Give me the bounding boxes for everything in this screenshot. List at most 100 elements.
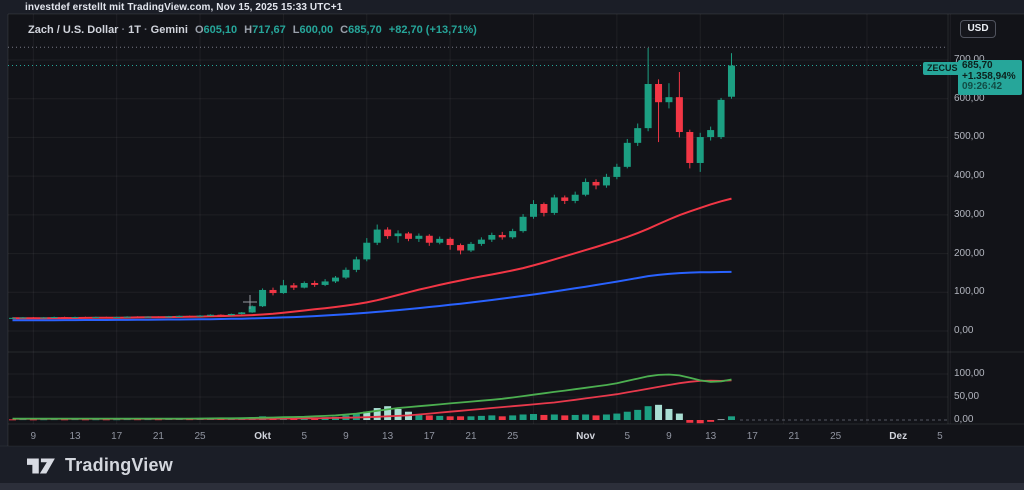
candle-body bbox=[405, 233, 412, 238]
volume-bar bbox=[540, 415, 547, 420]
chart-plot-area[interactable] bbox=[0, 0, 1024, 490]
low-value: 600,00 bbox=[300, 24, 334, 36]
candle-body bbox=[697, 137, 704, 163]
volume-bar bbox=[728, 416, 735, 420]
volume-bar bbox=[645, 406, 652, 420]
candle-body bbox=[30, 317, 37, 318]
time-axis-label: 5 bbox=[925, 431, 955, 442]
candle-body bbox=[530, 204, 537, 217]
volume-bar bbox=[572, 415, 579, 420]
volume-bar bbox=[551, 414, 558, 420]
candle-body bbox=[72, 317, 79, 318]
candle-body bbox=[165, 316, 172, 317]
time-axis-label: 17 bbox=[737, 431, 767, 442]
legend-separator: · bbox=[141, 24, 151, 36]
moving-average-slow-line bbox=[13, 272, 732, 320]
candle-body bbox=[374, 230, 381, 243]
candle-body bbox=[19, 317, 26, 318]
volume-bar bbox=[457, 416, 464, 420]
candle-body bbox=[113, 317, 120, 318]
candle-body bbox=[686, 132, 693, 163]
time-axis-month-label: Okt bbox=[248, 431, 278, 442]
volume-bar bbox=[593, 415, 600, 420]
sub-indicator-red-line bbox=[13, 380, 732, 419]
candle-body bbox=[280, 285, 287, 293]
candle-body bbox=[499, 235, 506, 237]
currency-usd-button[interactable]: USD bbox=[960, 20, 996, 38]
bar-countdown: 09:26:42 bbox=[962, 82, 1022, 93]
time-axis-label: 25 bbox=[185, 431, 215, 442]
volume-bar bbox=[467, 416, 474, 420]
price-axis-label: 500,00 bbox=[954, 131, 985, 142]
volume-bar bbox=[707, 420, 714, 422]
low-label: L bbox=[293, 24, 300, 36]
candle-body bbox=[551, 197, 558, 212]
time-axis-month-label: Nov bbox=[571, 431, 601, 442]
candle-body bbox=[603, 177, 610, 186]
volume-bar bbox=[520, 414, 527, 420]
volume-bar bbox=[530, 414, 537, 420]
time-axis-label: 13 bbox=[60, 431, 90, 442]
candle-body bbox=[467, 244, 474, 251]
candle-body bbox=[144, 317, 151, 318]
time-axis-label: 5 bbox=[289, 431, 319, 442]
volume-bar bbox=[561, 415, 568, 420]
price-axis-label: 300,00 bbox=[954, 209, 985, 220]
candle-body bbox=[728, 66, 735, 97]
candle-body bbox=[457, 245, 464, 250]
candle-body bbox=[155, 317, 162, 318]
time-axis-label: 21 bbox=[779, 431, 809, 442]
volume-bar bbox=[509, 415, 516, 420]
candle-body bbox=[322, 281, 329, 284]
candle-body bbox=[228, 314, 235, 315]
volume-bar bbox=[624, 412, 631, 420]
candle-body bbox=[561, 197, 568, 200]
open-label: O bbox=[195, 24, 204, 36]
candle-body bbox=[103, 317, 110, 318]
candle-body bbox=[676, 97, 683, 132]
candle-body bbox=[342, 270, 349, 278]
time-axis-label: 9 bbox=[18, 431, 48, 442]
candle-body bbox=[520, 217, 527, 231]
time-axis-label: 13 bbox=[696, 431, 726, 442]
candle-body bbox=[290, 285, 297, 287]
sub-axis-label: 50,00 bbox=[954, 391, 979, 402]
candle-body bbox=[40, 317, 47, 318]
price-axis-label: 200,00 bbox=[954, 248, 985, 259]
tradingview-logo-icon[interactable] bbox=[27, 457, 57, 475]
symbol-legend: Zach / U.S. Dollar·1T·GeminiO605,10H717,… bbox=[28, 24, 477, 36]
candle-body bbox=[645, 84, 652, 128]
screenshot-caption: investdef erstellt mit TradingView.com, … bbox=[25, 2, 342, 13]
sub-axis-label: 100,00 bbox=[954, 368, 985, 379]
last-price-badge[interactable]: 685,70 +1.358,94% 09:26:42 bbox=[958, 60, 1022, 95]
candle-body bbox=[613, 167, 620, 177]
candle-body bbox=[488, 235, 495, 240]
high-value: 717,67 bbox=[252, 24, 286, 36]
bottom-scrollbar[interactable] bbox=[0, 483, 1024, 490]
legend-symbol[interactable]: Zach / U.S. Dollar bbox=[28, 24, 118, 36]
legend-interval[interactable]: 1T bbox=[128, 24, 141, 36]
volume-bar bbox=[395, 409, 402, 420]
candle-body bbox=[311, 283, 318, 285]
time-axis-label: 13 bbox=[373, 431, 403, 442]
tradingview-wordmark[interactable]: TradingView bbox=[65, 455, 173, 476]
high-label: H bbox=[244, 24, 252, 36]
candle-body bbox=[238, 312, 245, 314]
candle-body bbox=[197, 316, 204, 317]
volume-bar bbox=[613, 414, 620, 420]
time-axis-label: 21 bbox=[456, 431, 486, 442]
candle-body bbox=[624, 143, 631, 167]
candle-body bbox=[384, 230, 391, 237]
legend-exchange[interactable]: Gemini bbox=[151, 24, 188, 36]
time-axis-label: 25 bbox=[498, 431, 528, 442]
candle-body bbox=[582, 182, 589, 195]
volume-bar bbox=[634, 410, 641, 420]
candle-body bbox=[478, 240, 485, 244]
candle-body bbox=[655, 84, 662, 102]
close-value: 685,70 bbox=[348, 24, 382, 36]
volume-bar bbox=[582, 414, 589, 420]
candle-body bbox=[270, 290, 277, 293]
price-axis-label: 400,00 bbox=[954, 170, 985, 181]
candle-body bbox=[707, 130, 714, 137]
candle-body bbox=[51, 317, 58, 318]
